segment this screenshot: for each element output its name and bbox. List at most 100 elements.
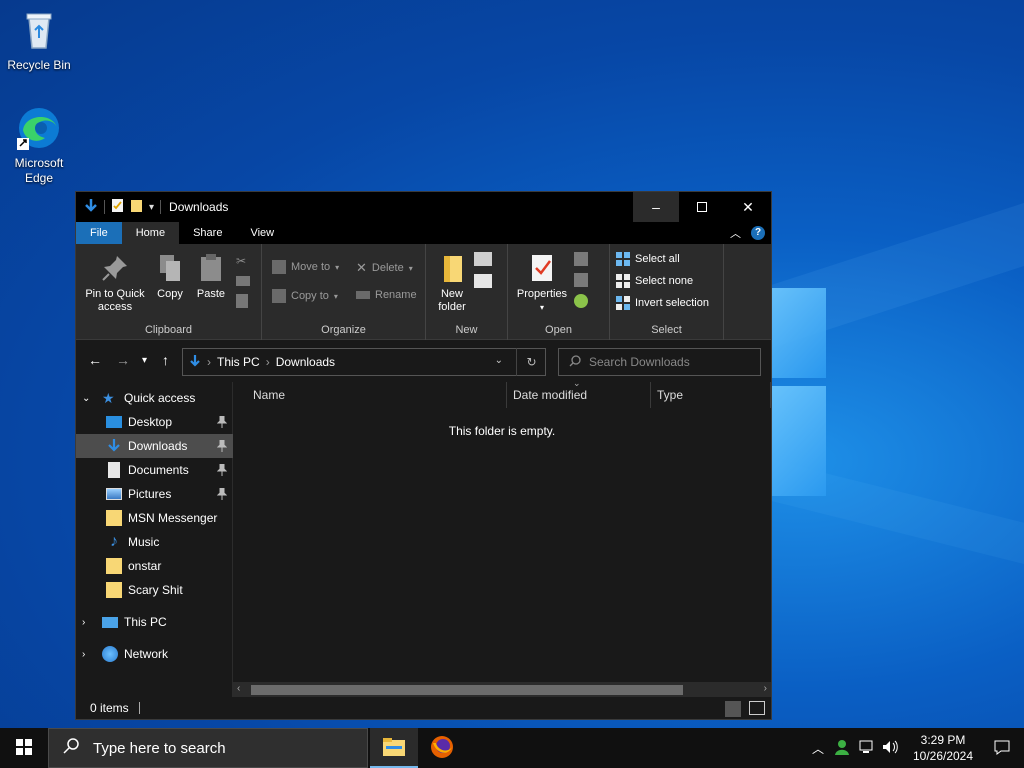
chevron-down-icon: ▾: [142, 355, 148, 366]
rename-button[interactable]: Rename: [356, 289, 417, 301]
nav-item-documents[interactable]: Documents: [76, 458, 233, 482]
taskbar-file-explorer[interactable]: [370, 728, 418, 768]
details-view-icon[interactable]: [725, 701, 741, 717]
nav-this-pc[interactable]: › This PC: [76, 610, 233, 634]
taskbar-firefox[interactable]: [418, 728, 466, 768]
delete-button[interactable]: ✕ Delete ▾: [356, 260, 413, 276]
paste-shortcut-icon[interactable]: [236, 294, 248, 308]
folder-icon: [106, 510, 122, 526]
scroll-right-icon[interactable]: ›: [764, 683, 767, 694]
title-bar[interactable]: ▾ Downloads – ✕: [76, 192, 771, 222]
desktop-icon-recycle-bin[interactable]: Recycle Bin: [1, 6, 77, 73]
organize-group: Move to ▾ Copy to ▾ ✕ Delete ▾ Rename Or…: [262, 244, 426, 340]
user-icon[interactable]: [834, 739, 850, 758]
folder-icon: [106, 582, 122, 598]
document-icon: [108, 462, 120, 478]
easy-access-icon[interactable]: [474, 274, 492, 288]
back-arrow-icon: ←: [88, 352, 102, 368]
tab-home[interactable]: Home: [121, 222, 180, 244]
navigation-pane: ⌄ ★ Quick access Desktop Downloads Docum…: [76, 382, 233, 698]
tab-view[interactable]: View: [236, 222, 288, 244]
group-label: New: [455, 324, 478, 336]
group-label: Open: [545, 324, 572, 336]
nav-quick-access[interactable]: ⌄ ★ Quick access: [76, 386, 233, 410]
nav-item-downloads[interactable]: Downloads: [76, 434, 233, 458]
select-all-button[interactable]: Select all: [616, 252, 680, 266]
refresh-button[interactable]: ↻: [516, 348, 546, 376]
pin-icon: [216, 415, 228, 428]
properties-button[interactable]: Properties ▾: [512, 252, 572, 314]
delete-label: Delete: [371, 262, 404, 274]
copy-button[interactable]: Copy: [152, 252, 188, 301]
notification-center-button[interactable]: [980, 728, 1024, 768]
music-icon: ♪: [110, 533, 118, 550]
forward-button[interactable]: →: [116, 352, 130, 368]
nav-item-pictures[interactable]: Pictures: [76, 482, 233, 506]
history-icon[interactable]: [574, 294, 588, 308]
close-button[interactable]: ✕: [725, 192, 771, 222]
breadcrumb-downloads[interactable]: Downloads: [276, 355, 335, 369]
select-none-icon: [616, 274, 630, 288]
column-header-type[interactable]: Type: [651, 382, 771, 408]
window-title: Downloads: [169, 200, 229, 214]
minimize-button[interactable]: –: [633, 192, 679, 222]
copy-icon: [154, 252, 186, 284]
scroll-left-icon[interactable]: ‹: [237, 683, 240, 694]
pin-to-quick-access-button[interactable]: Pin to Quick access: [80, 252, 150, 314]
move-to-icon: [272, 260, 286, 274]
open-icon[interactable]: [574, 252, 588, 266]
paste-button[interactable]: Paste: [192, 252, 230, 301]
column-header-name[interactable]: Name: [247, 382, 507, 408]
nav-item-desktop[interactable]: Desktop: [76, 410, 233, 434]
scrollbar-thumb[interactable]: [251, 685, 683, 695]
maximize-button[interactable]: [679, 192, 725, 222]
move-to-button[interactable]: Move to ▾: [272, 260, 339, 274]
nav-label: Downloads: [128, 439, 188, 453]
file-list: Name Date modified Type ⌄ This folder is…: [233, 378, 771, 698]
recent-locations-button[interactable]: ▾: [142, 355, 147, 366]
taskbar-clock[interactable]: 3:29 PM 10/26/2024: [906, 732, 980, 764]
pin-icon: [216, 439, 228, 452]
up-button[interactable]: ↑: [162, 352, 169, 368]
properties-quick-icon[interactable]: [111, 198, 124, 216]
nav-label: Desktop: [128, 415, 173, 429]
properties-label: Properties: [516, 288, 568, 300]
select-none-button[interactable]: Select none: [616, 274, 693, 288]
new-item-icon[interactable]: [474, 252, 492, 266]
new-folder-button[interactable]: New folder: [434, 252, 470, 314]
tab-share[interactable]: Share: [179, 222, 236, 244]
nav-network[interactable]: › Network: [76, 642, 233, 666]
clipboard-group: Pin to Quick access Copy Paste ✂ Clipboa…: [76, 244, 262, 340]
invert-selection-button[interactable]: Invert selection: [616, 296, 709, 310]
taskbar-search-box[interactable]: Type here to search: [48, 728, 368, 768]
new-folder-label: New: [440, 288, 463, 300]
volume-icon[interactable]: [882, 740, 898, 757]
recycle-bin-icon: [15, 6, 63, 54]
nav-label: This PC: [124, 615, 167, 629]
start-button[interactable]: [0, 728, 48, 768]
copy-path-icon[interactable]: [236, 276, 250, 286]
back-button[interactable]: ←: [88, 352, 102, 368]
search-box[interactable]: Search Downloads: [558, 348, 761, 376]
large-icons-view-icon[interactable]: [749, 701, 765, 715]
show-hidden-icons-chevron-up-icon[interactable]: ︿: [812, 740, 824, 757]
tab-file[interactable]: File: [76, 222, 122, 244]
address-dropdown-icon[interactable]: ⌄: [495, 355, 503, 366]
horizontal-scrollbar[interactable]: ‹ ›: [233, 682, 771, 698]
desktop-icon-microsoft-edge[interactable]: Microsoft Edge: [1, 104, 77, 186]
nav-item-music[interactable]: ♪ Music: [76, 530, 233, 554]
new-folder-quick-icon[interactable]: [130, 198, 143, 216]
help-icon[interactable]: ?: [751, 226, 765, 240]
nav-item-scary-shit[interactable]: Scary Shit: [76, 578, 233, 602]
cut-icon[interactable]: ✂: [236, 254, 250, 268]
nav-item-msn-messenger[interactable]: MSN Messenger: [76, 506, 233, 530]
breadcrumb-this-pc[interactable]: This PC: [217, 355, 260, 369]
edit-icon[interactable]: [574, 273, 588, 287]
address-bar[interactable]: › This PC › Downloads ⌄: [182, 348, 546, 376]
copy-to-button[interactable]: Copy to ▾: [272, 289, 338, 303]
network-status-icon[interactable]: [858, 740, 874, 757]
desktop-folder-icon: [106, 416, 122, 428]
collapse-ribbon-icon[interactable]: ︿: [730, 225, 741, 241]
nav-item-onstar[interactable]: onstar: [76, 554, 233, 578]
customize-quick-access-icon[interactable]: ▾: [149, 202, 154, 213]
